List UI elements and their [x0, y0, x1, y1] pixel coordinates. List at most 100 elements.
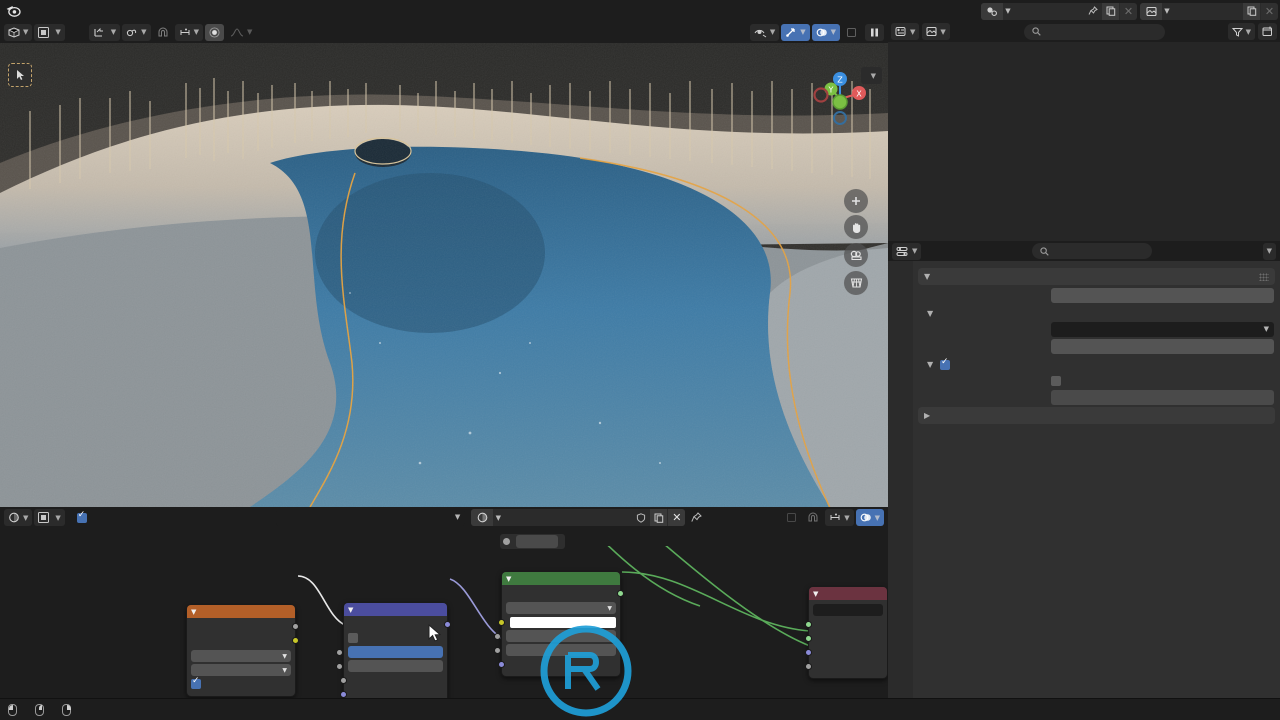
fake-user-shield-icon[interactable] — [632, 509, 649, 526]
glass-output-bsdf[interactable] — [506, 587, 624, 599]
new-copy-icon[interactable] — [650, 509, 668, 526]
material-output-target-dropdown[interactable] — [813, 604, 883, 616]
material-id-block[interactable]: ▼ ✕ — [471, 509, 686, 526]
material-slot-dropdown[interactable]: ▼ — [275, 509, 466, 526]
socket-color[interactable] — [292, 636, 299, 644]
proportional-edit-toggle[interactable] — [204, 23, 224, 41]
shader-editor[interactable]: ▼ ▼ ▼ ▼ — [0, 507, 888, 698]
panel-film[interactable]: ▼ — [918, 268, 1275, 285]
filter-id-icon[interactable]: ▼ — [922, 23, 950, 40]
blender-logo-icon[interactable] — [0, 0, 26, 21]
show-hide-selector[interactable]: ▼ — [749, 23, 780, 41]
noise-type-dropdown[interactable]: ▼ — [191, 664, 291, 676]
editor-properties-icon[interactable]: ▼ — [892, 242, 922, 260]
use-nodes-toggle[interactable] — [76, 510, 92, 523]
socket-roughness[interactable] — [494, 633, 501, 640]
camera-view-icon[interactable] — [844, 243, 868, 267]
socket-glass-color[interactable] — [498, 618, 505, 626]
properties-body[interactable]: ▼ ▼ ▼ ▼ ✓ ▶ — [913, 261, 1280, 507]
output-input-volume[interactable] — [805, 632, 883, 644]
outliner-display-mode-icon[interactable]: ▼ — [891, 23, 920, 40]
material-name[interactable] — [503, 509, 631, 526]
scene-name[interactable] — [1013, 3, 1083, 20]
new-copy-icon[interactable] — [1243, 2, 1260, 20]
noise-dimension-dropdown[interactable]: ▼ — [191, 650, 291, 662]
properties-editor[interactable]: ▼ ▼ ▼ ▼ ▼ ▼ ✓ ▶ — [888, 241, 1280, 507]
glass-ior-field[interactable] — [494, 644, 616, 656]
socket-glass-normal[interactable] — [498, 660, 505, 668]
panel-performance[interactable]: ▶ — [918, 407, 1275, 424]
viewport-3d[interactable]: ▼ ▼ ▼ ▼ ▼ ▼ ▼ ▼ ▼ Z X Y ▼ — [0, 21, 888, 507]
bump-node[interactable]: ▼ — [336, 602, 451, 698]
panel-pixel-filter[interactable]: ▼ — [913, 305, 1280, 322]
socket-normal-out[interactable] — [444, 620, 451, 628]
new-copy-icon[interactable] — [1102, 2, 1119, 20]
socket-displacement[interactable] — [805, 648, 812, 656]
pin-icon[interactable] — [1084, 3, 1101, 20]
transparent-glass-checkbox[interactable] — [1051, 375, 1061, 386]
output-input-surface[interactable] — [805, 618, 883, 630]
properties-search-input[interactable] — [1032, 243, 1152, 259]
glass-roughness-field[interactable] — [494, 630, 616, 642]
node-overlay-toggle[interactable]: ▼ — [855, 509, 884, 526]
noise-output-color[interactable] — [191, 634, 299, 646]
filter-funnel-icon[interactable]: ▼ — [1227, 23, 1256, 40]
unlink-x-icon[interactable]: ✕ — [668, 509, 686, 526]
viewlayer-name[interactable] — [1172, 3, 1242, 20]
socket-volume[interactable] — [805, 634, 812, 642]
pixel-filter-width-row[interactable] — [919, 339, 1274, 354]
snap-to-selector[interactable]: ▼ — [174, 23, 203, 41]
object-mode-selector[interactable]: ▼ — [34, 23, 65, 41]
bump-header[interactable]: ▼ — [344, 603, 447, 616]
noise-normalize-row[interactable] — [191, 676, 291, 690]
noise-texture-node[interactable]: ▼ ▼ ▼ ✓ — [186, 604, 299, 697]
unlink-x-icon[interactable]: ✕ — [1261, 2, 1278, 20]
magnet-icon[interactable] — [153, 24, 173, 41]
socket-strength[interactable] — [336, 649, 343, 656]
bump-strength-field[interactable] — [336, 646, 443, 658]
snap-grid-selector[interactable]: ▼ — [825, 509, 854, 526]
noise-normalize-checkbox[interactable] — [191, 676, 201, 689]
properties-options-caret[interactable]: ▼ — [1262, 242, 1277, 260]
outliner-editor[interactable]: ▼ ▼ ▼ — [888, 21, 1280, 241]
film-exposure-row[interactable] — [919, 288, 1274, 303]
bump-input-height[interactable] — [340, 674, 443, 686]
viewport-render-canvas[interactable] — [0, 43, 888, 507]
pause-render-icon[interactable] — [865, 23, 884, 41]
socket-surface[interactable] — [805, 620, 812, 628]
new-collection-icon[interactable] — [1258, 23, 1278, 40]
pixel-filter-type-row[interactable]: ▼ — [919, 322, 1274, 337]
socket-thickness[interactable] — [805, 662, 812, 670]
socket-normal-in[interactable] — [340, 690, 347, 698]
transparent-glass-row[interactable] — [919, 373, 1274, 388]
output-input-displacement[interactable] — [805, 646, 883, 658]
noise-output-fac[interactable] — [191, 620, 299, 632]
socket-bsdf[interactable] — [617, 589, 624, 597]
bump-distance-field[interactable] — [336, 660, 443, 672]
gizmo-toggle[interactable]: ▼ — [781, 23, 810, 41]
glass-bsdf-node[interactable]: ▼ ▼ — [494, 571, 624, 677]
editor-shader-icon[interactable]: ▼ — [4, 509, 33, 526]
bump-invert-checkbox[interactable] — [348, 633, 358, 643]
glass-input-color[interactable] — [498, 616, 616, 628]
pivot-point-selector[interactable]: ▼ — [122, 23, 151, 41]
socket-height[interactable] — [340, 676, 347, 684]
pixel-filter-width-field[interactable] — [1051, 339, 1274, 354]
falloff-curve-icon[interactable]: ▼ — [226, 24, 256, 41]
use-nodes-checkbox[interactable] — [76, 510, 87, 523]
panel-transparent[interactable]: ▼ — [913, 356, 1280, 373]
output-input-thickness[interactable] — [805, 660, 883, 672]
noise-texture-header[interactable]: ▼ — [187, 605, 295, 618]
overlays-toggle[interactable]: ▼ — [811, 23, 840, 41]
shader-snap-placeholder[interactable] — [782, 509, 801, 526]
toggle-perspective-ortho-icon[interactable] — [844, 271, 868, 295]
node-canvas[interactable]: ▼ ▼ ▼ ✓ ▼ ▼ ▼ ▼ — [0, 546, 888, 698]
material-output-node[interactable]: ▼ — [805, 586, 888, 679]
glass-bsdf-header[interactable]: ▼ — [502, 572, 620, 585]
pin-icon[interactable] — [687, 509, 706, 526]
pixel-filter-type-dropdown[interactable]: ▼ — [1051, 322, 1274, 337]
glass-color-swatch[interactable] — [510, 616, 616, 628]
viewlayer-id-block[interactable]: ▼ ✕ — [1140, 2, 1278, 20]
film-exposure-field[interactable] — [1051, 288, 1274, 303]
glass-distribution-dropdown[interactable]: ▼ — [506, 602, 616, 614]
